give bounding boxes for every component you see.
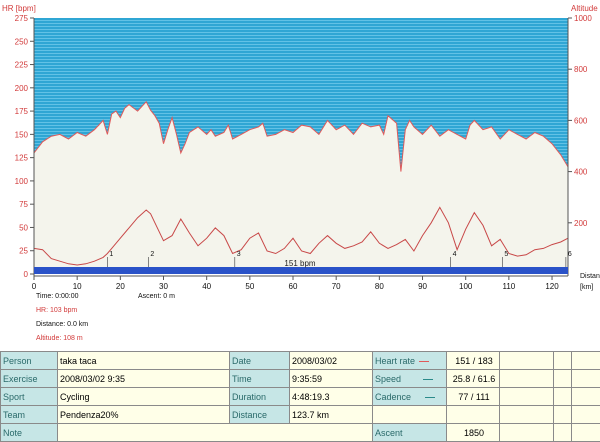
empty-cell: [500, 370, 554, 388]
lap-marker-label: 5: [504, 251, 508, 258]
y-left-tick-label: 125: [15, 154, 29, 163]
lap-marker-label: 3: [237, 251, 241, 258]
summary-row: Team Pendenza20% Distance 123.7 km: [1, 406, 600, 424]
x-tick-label: 60: [289, 282, 298, 291]
y-left-tick-label: 150: [15, 130, 29, 139]
x-tick-label: 70: [332, 282, 341, 291]
hr-stat-label: Heart rate: [373, 352, 447, 370]
person-value: taka taca: [58, 352, 230, 370]
empty-cell: [447, 406, 500, 424]
empty-cell: [572, 388, 600, 406]
distance-value: 123.7 km: [290, 406, 373, 424]
y-left-tick-label: 225: [15, 61, 29, 70]
bottom-hr-bar: [34, 267, 568, 274]
summary-table: Person taka taca Date 2008/03/02 Heart r…: [0, 351, 600, 442]
empty-cell: [554, 406, 572, 424]
cadence-stat-value: 77 / 111: [447, 388, 500, 406]
y-right-tick-label: 200: [574, 219, 588, 228]
summary-row: Exercise 2008/03/02 9:35 Time 9:35:59 Sp…: [1, 370, 600, 388]
info-hr: HR: 103 bpm: [36, 307, 77, 315]
x-tick-label: 110: [502, 282, 515, 291]
y-left-tick-label: 50: [19, 223, 28, 232]
team-value: Pendenza20%: [58, 406, 230, 424]
x-tick-label: 0: [32, 282, 37, 291]
hr-color-marker: [419, 361, 429, 362]
summary-row: Person taka taca Date 2008/03/02 Heart r…: [1, 352, 600, 370]
y-right-tick-label: 400: [574, 168, 588, 177]
lap-marker-label: 6: [568, 251, 572, 258]
cadence-color-marker: [425, 397, 435, 398]
empty-cell: [572, 406, 600, 424]
time-value: 9:35:59: [290, 370, 373, 388]
empty-cell: [554, 388, 572, 406]
summary-row: Sport Cycling Duration 4:48:19.3 Cadence…: [1, 388, 600, 406]
x-tick-label: 20: [116, 282, 125, 291]
info-altitude: Altitude: 108 m: [36, 335, 83, 343]
team-label: Team: [1, 406, 58, 424]
x-tick-label: 30: [159, 282, 168, 291]
date-value: 2008/03/02: [290, 352, 373, 370]
distance-label: Distance: [230, 406, 290, 424]
lap-marker-label: 4: [453, 251, 457, 258]
exercise-value: 2008/03/02 9:35: [58, 370, 230, 388]
empty-cell: [500, 406, 554, 424]
info-distance: Distance: 0.0 km: [36, 321, 88, 329]
duration-label: Duration: [230, 388, 290, 406]
lap-marker-label: 1: [109, 251, 113, 258]
speed-color-marker: [423, 379, 433, 380]
y-right-tick-label: 600: [574, 116, 588, 125]
y-right-axis-label: Altitude [m]: [571, 4, 600, 13]
hr-altitude-chart: 151 bpm HR [bpm] Altitude [m] Distance [k…: [0, 0, 600, 300]
x-tick-label: 100: [459, 282, 473, 291]
person-label: Person: [1, 352, 58, 370]
x-tick-label: 120: [545, 282, 559, 291]
y-left-tick-label: 250: [15, 37, 29, 46]
y-left-tick-label: 75: [19, 200, 28, 209]
empty-cell: [554, 352, 572, 370]
cadence-stat-label: Cadence: [373, 388, 447, 406]
y-left-tick-label: 200: [15, 84, 29, 93]
empty-cell: [373, 406, 447, 424]
x-tick-label: 90: [418, 282, 427, 291]
empty-cell: [554, 370, 572, 388]
x-tick-label: 40: [202, 282, 211, 291]
bottom-bar-label: 151 bpm: [284, 259, 315, 268]
date-label: Date: [230, 352, 290, 370]
duration-value: 4:48:19.3: [290, 388, 373, 406]
speed-stat-value: 25.8 / 61.6: [447, 370, 500, 388]
x-tick-label: 80: [375, 282, 384, 291]
x-axis-label: Distance [km]: [580, 273, 600, 291]
info-time: Time: 0:00:00: [36, 293, 79, 301]
hr-stat-value: 151 / 183: [447, 352, 500, 370]
empty-cell: [572, 352, 600, 370]
empty-cell: [500, 352, 554, 370]
y-right-tick-label: 1000: [574, 14, 592, 23]
sport-value: Cycling: [58, 388, 230, 406]
y-left-tick-label: 25: [19, 247, 28, 256]
y-left-axis-label: HR [bpm]: [2, 4, 36, 13]
x-tick-label: 10: [73, 282, 82, 291]
lap-marker-label: 2: [150, 251, 154, 258]
x-axis-label-line: Distance: [580, 273, 600, 280]
x-axis-label-line: [km]: [580, 284, 593, 291]
sport-label: Sport: [1, 388, 58, 406]
exercise-label: Exercise: [1, 370, 58, 388]
info-ascent: Ascent: 0 m: [138, 293, 175, 301]
y-left-tick-label: 100: [15, 177, 29, 186]
y-left-tick-label: 275: [15, 14, 29, 23]
y-right-tick-label: 800: [574, 65, 588, 74]
speed-stat-label: Speed: [373, 370, 447, 388]
x-tick-label: 50: [245, 282, 254, 291]
empty-cell: [572, 370, 600, 388]
y-left-tick-label: 175: [15, 107, 29, 116]
empty-cell: [500, 388, 554, 406]
y-left-tick-label: 0: [24, 270, 29, 279]
time-label: Time: [230, 370, 290, 388]
